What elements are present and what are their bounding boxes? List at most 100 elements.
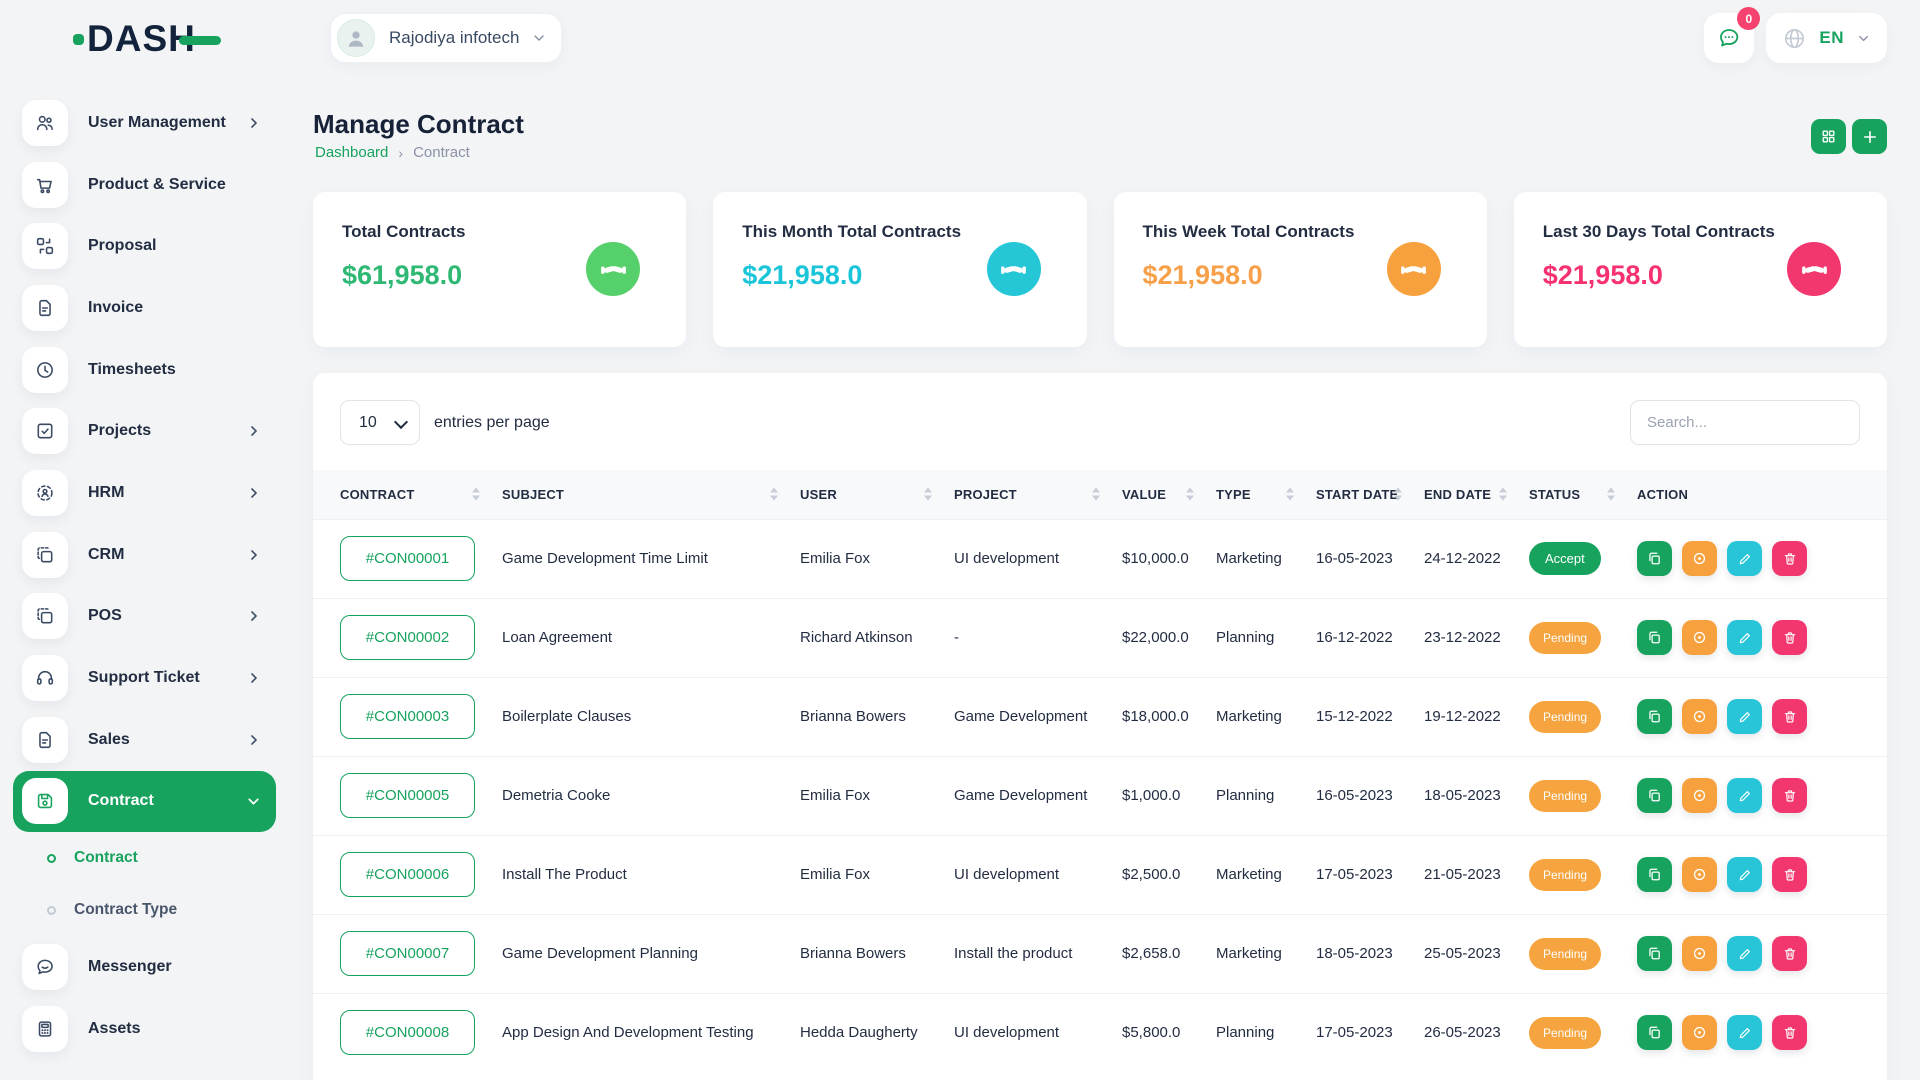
- delete-button[interactable]: [1772, 936, 1807, 971]
- view-button[interactable]: [1682, 857, 1717, 892]
- copy-squares-icon: [34, 605, 56, 627]
- sidebar-item-proposal[interactable]: Proposal: [13, 215, 276, 277]
- sort-arrows-icon: [1499, 488, 1507, 501]
- duplicate-button[interactable]: [1637, 620, 1672, 655]
- contract-id-badge[interactable]: #CON00006: [340, 852, 475, 897]
- copy-icon: [1646, 708, 1663, 725]
- delete-button[interactable]: [1772, 699, 1807, 734]
- grid-view-button[interactable]: [1811, 119, 1846, 154]
- globe-icon: [1782, 26, 1807, 51]
- cell-end-date: 21-05-2023: [1424, 835, 1529, 914]
- edit-button[interactable]: [1727, 778, 1762, 813]
- edit-button[interactable]: [1727, 1015, 1762, 1050]
- eye-icon: [1691, 945, 1708, 962]
- duplicate-button[interactable]: [1637, 1015, 1672, 1050]
- sidebar-item-user-management[interactable]: User Management: [13, 92, 276, 154]
- column-header-value[interactable]: VALUE: [1122, 470, 1216, 519]
- view-button[interactable]: [1682, 541, 1717, 576]
- bullet-icon: [47, 906, 56, 915]
- chevron-right-icon: [246, 670, 262, 686]
- row-actions: [1637, 1015, 1887, 1050]
- contract-id-badge[interactable]: #CON00007: [340, 931, 475, 976]
- search-input[interactable]: [1630, 400, 1860, 445]
- edit-button[interactable]: [1727, 699, 1762, 734]
- column-header-label: SUBJECT: [502, 487, 564, 502]
- sidebar-item-projects[interactable]: Projects: [13, 400, 276, 462]
- pencil-icon: [1737, 630, 1753, 646]
- column-header-contract[interactable]: CONTRACT: [313, 470, 502, 519]
- contract-id-badge[interactable]: #CON00001: [340, 536, 475, 581]
- duplicate-button[interactable]: [1637, 541, 1672, 576]
- sidebar-item-sales[interactable]: Sales: [13, 709, 276, 771]
- sidebar-item-timesheets[interactable]: Timesheets: [13, 339, 276, 401]
- column-header-start-date[interactable]: START DATE: [1316, 470, 1424, 519]
- view-button[interactable]: [1682, 1015, 1717, 1050]
- duplicate-button[interactable]: [1637, 699, 1672, 734]
- sidebar-item-invoice[interactable]: Invoice: [13, 277, 276, 339]
- edit-button[interactable]: [1727, 857, 1762, 892]
- duplicate-button[interactable]: [1637, 857, 1672, 892]
- duplicate-button[interactable]: [1637, 778, 1672, 813]
- sidebar-subitem-contract-type[interactable]: Contract Type: [13, 884, 276, 936]
- messages-button[interactable]: 0: [1704, 13, 1754, 63]
- cell-start-date: 18-05-2023: [1316, 914, 1424, 993]
- view-button[interactable]: [1682, 936, 1717, 971]
- add-contract-button[interactable]: [1852, 119, 1887, 154]
- sidebar-subitem-contract[interactable]: Contract: [13, 832, 276, 884]
- sidebar-item-label: Product & Service: [88, 176, 262, 194]
- sort-arrows-icon: [1186, 488, 1194, 501]
- column-header-end-date[interactable]: END DATE: [1424, 470, 1529, 519]
- edit-button[interactable]: [1727, 620, 1762, 655]
- contract-id-badge[interactable]: #CON00003: [340, 694, 475, 739]
- sidebar-item-product-service[interactable]: Product & Service: [13, 154, 276, 216]
- stat-label: Last 30 Days Total Contracts: [1543, 222, 1887, 242]
- sidebar-item-label: POS: [88, 607, 246, 625]
- sidebar-item-crm[interactable]: CRM: [13, 524, 276, 586]
- sidebar-item-label: Proposal: [88, 237, 262, 255]
- language-selector[interactable]: EN: [1766, 13, 1887, 63]
- handshake-icon: [1400, 256, 1427, 283]
- delete-button[interactable]: [1772, 1015, 1807, 1050]
- stat-label: Total Contracts: [342, 222, 686, 242]
- chevron-right-icon: [246, 485, 262, 501]
- duplicate-button[interactable]: [1637, 936, 1672, 971]
- delete-button[interactable]: [1772, 541, 1807, 576]
- delete-button[interactable]: [1772, 857, 1807, 892]
- check-square-icon: [34, 420, 56, 442]
- delete-button[interactable]: [1772, 620, 1807, 655]
- edit-button[interactable]: [1727, 936, 1762, 971]
- notification-count-badge: 0: [1737, 7, 1760, 30]
- breadcrumb-dashboard-link[interactable]: Dashboard: [315, 144, 388, 161]
- status-badge: Pending: [1529, 780, 1601, 812]
- column-header-type[interactable]: TYPE: [1216, 470, 1316, 519]
- view-button[interactable]: [1682, 699, 1717, 734]
- contract-id-badge[interactable]: #CON00005: [340, 773, 475, 818]
- column-header-status[interactable]: STATUS: [1529, 470, 1637, 519]
- trash-icon: [1782, 709, 1798, 725]
- column-header-project[interactable]: PROJECT: [954, 470, 1122, 519]
- save-icon: [34, 790, 56, 812]
- contracts-table: CONTRACT SUBJECT USERPROJECTVALUETYPESTART…: [313, 470, 1887, 1072]
- column-header-subject[interactable]: SUBJECT: [502, 470, 800, 519]
- stat-card-1: This Month Total Contracts$21,958.0: [713, 192, 1086, 347]
- sidebar-item-messenger[interactable]: Messenger: [13, 936, 276, 998]
- cell-subject: Demetria Cooke: [502, 756, 800, 835]
- workspace-selector[interactable]: Rajodiya infotech: [330, 13, 562, 63]
- contract-id-badge[interactable]: #CON00008: [340, 1010, 475, 1055]
- sidebar-item-hrm[interactable]: HRM: [13, 462, 276, 524]
- column-header-user[interactable]: USER: [800, 470, 954, 519]
- delete-button[interactable]: [1772, 778, 1807, 813]
- file-icon: [22, 285, 68, 331]
- sort-arrows-icon: [1394, 488, 1402, 501]
- edit-button[interactable]: [1727, 541, 1762, 576]
- sidebar-item-assets[interactable]: Assets: [13, 998, 276, 1060]
- sidebar-item-contract[interactable]: Contract: [13, 771, 276, 833]
- sidebar-item-pos[interactable]: POS: [13, 586, 276, 648]
- entries-per-page-select[interactable]: 10: [340, 400, 420, 445]
- column-header-label: CONTRACT: [340, 487, 415, 502]
- contract-id-badge[interactable]: #CON00002: [340, 615, 475, 660]
- cell-end-date: 19-12-2022: [1424, 677, 1529, 756]
- view-button[interactable]: [1682, 778, 1717, 813]
- sidebar-item-support-ticket[interactable]: Support Ticket: [13, 647, 276, 709]
- view-button[interactable]: [1682, 620, 1717, 655]
